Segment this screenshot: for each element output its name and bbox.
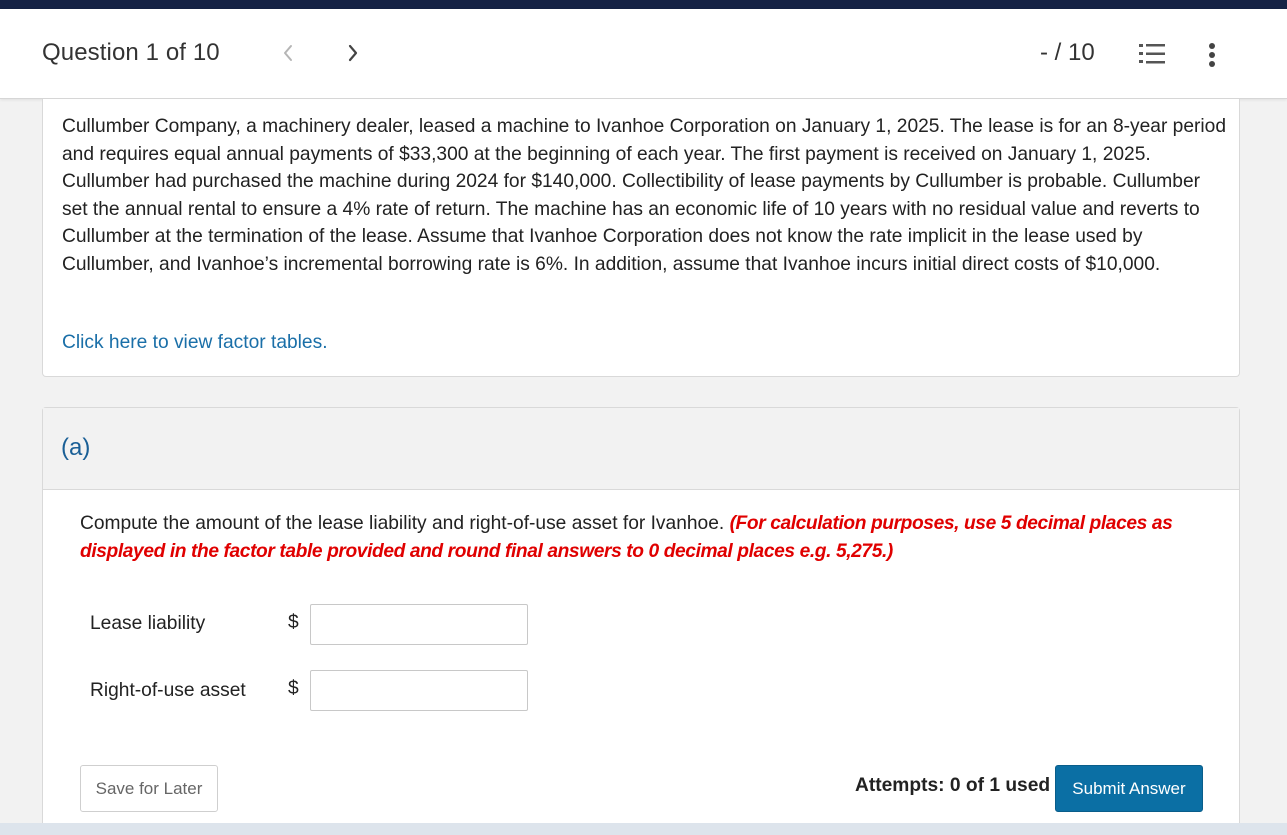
instruction-text: Compute the amount of the lease liabilit… — [80, 513, 725, 534]
submit-answer-button[interactable]: Submit Answer — [1055, 765, 1203, 812]
more-options-button[interactable] — [1202, 42, 1222, 68]
numbered-list-icon — [1139, 44, 1165, 64]
top-accent-bar — [0, 0, 1287, 9]
part-a-card: (a) Compute the amount of the lease liab… — [42, 407, 1240, 835]
chevron-left-icon — [284, 45, 292, 61]
problem-statement-card: Cullumber Company, a machinery dealer, l… — [42, 99, 1240, 377]
lease-liability-currency: $ — [288, 612, 299, 633]
more-vertical-icon — [1209, 43, 1215, 67]
save-for-later-button[interactable]: Save for Later — [80, 765, 218, 812]
question-header: Question 1 of 10 - / 10 — [0, 9, 1287, 99]
right-of-use-asset-currency: $ — [288, 678, 299, 699]
lease-liability-label: Lease liability — [90, 613, 206, 634]
bottom-strip — [0, 823, 1287, 835]
part-header: (a) — [43, 408, 1239, 490]
problem-text: Cullumber Company, a machinery dealer, l… — [62, 116, 1226, 275]
lease-liability-input[interactable] — [310, 604, 528, 645]
right-of-use-asset-input[interactable] — [310, 670, 528, 711]
question-list-button[interactable] — [1138, 42, 1166, 66]
attempts-counter: Attempts: 0 of 1 used — [855, 775, 1051, 796]
question-counter: Question 1 of 10 — [42, 39, 220, 66]
factor-tables-link[interactable]: Click here to view factor tables. — [62, 332, 328, 354]
part-label: (a) — [61, 434, 91, 461]
part-instruction: Compute the amount of the lease liabilit… — [80, 510, 1180, 565]
chevron-right-icon — [348, 44, 358, 62]
previous-question-button[interactable] — [276, 39, 300, 67]
next-question-button[interactable] — [341, 39, 365, 67]
score-display: - / 10 — [1040, 39, 1095, 66]
right-of-use-asset-label: Right-of-use asset — [90, 680, 246, 701]
